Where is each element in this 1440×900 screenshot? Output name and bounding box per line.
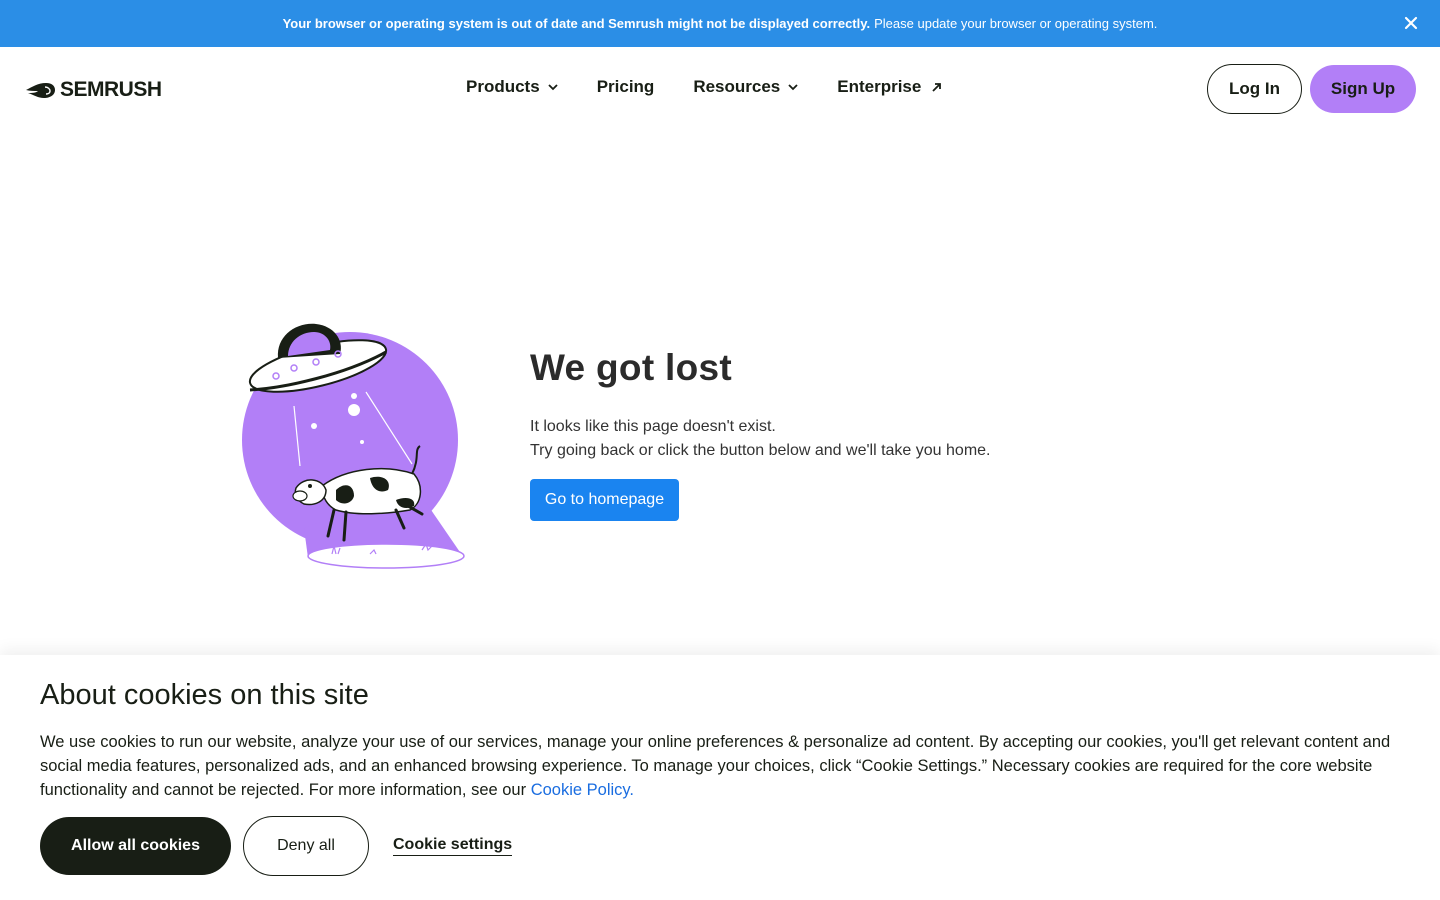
banner-text: Please update your browser or operating … (874, 16, 1158, 31)
error-message-line2: Try going back or click the button below… (530, 442, 991, 459)
main-menu: Products Pricing Resources Enterprise (466, 77, 981, 97)
cookie-description: We use cookies to run our website, analy… (40, 730, 1400, 802)
top-navigation: SEMRUSH Products Pricing Resources Enter… (0, 47, 1440, 131)
outdated-browser-banner: Your browser or operating system is out … (0, 0, 1440, 47)
cookie-policy-link[interactable]: Cookie Policy. (531, 781, 634, 799)
external-arrow-icon (932, 82, 942, 92)
go-to-homepage-button[interactable]: Go to homepage (530, 479, 679, 521)
nav-item-label: Products (466, 77, 540, 96)
nav-item-enterprise[interactable]: Enterprise (837, 77, 942, 97)
chevron-down-icon (788, 83, 798, 90)
nav-item-products[interactable]: Products (466, 77, 558, 97)
cookie-title: About cookies on this site (40, 679, 369, 711)
nav-item-label: Resources (693, 77, 781, 96)
page-title: We got lost (530, 347, 732, 388)
deny-all-button[interactable]: Deny all (243, 816, 369, 876)
semrush-flame-icon (26, 83, 55, 98)
banner-bold-text: Your browser or operating system is out … (282, 16, 871, 31)
error-content: We got lost It looks like this page does… (530, 345, 990, 521)
ufo-abducting-cow-illustration (236, 318, 468, 572)
error-message-line1: It looks like this page doesn't exist. (530, 418, 776, 435)
signup-button[interactable]: Sign Up (1310, 65, 1416, 113)
semrush-logo[interactable]: SEMRUSH (24, 78, 162, 102)
login-button[interactable]: Log In (1207, 64, 1302, 114)
nav-item-resources[interactable]: Resources (693, 77, 798, 97)
close-icon[interactable] (1402, 14, 1420, 32)
logo-text: SEMRUSH (60, 78, 162, 101)
nav-item-pricing[interactable]: Pricing (597, 77, 655, 97)
cookie-consent-banner: About cookies on this site We use cookie… (0, 655, 1440, 900)
chevron-down-icon (548, 83, 558, 90)
cookie-text: We use cookies to run our website, analy… (40, 733, 1391, 799)
nav-item-label: Pricing (596, 77, 655, 96)
cookie-settings-button[interactable]: Cookie settings (393, 836, 513, 856)
nav-item-label: Enterprise (837, 77, 922, 96)
allow-all-cookies-button[interactable]: Allow all cookies (40, 817, 231, 875)
